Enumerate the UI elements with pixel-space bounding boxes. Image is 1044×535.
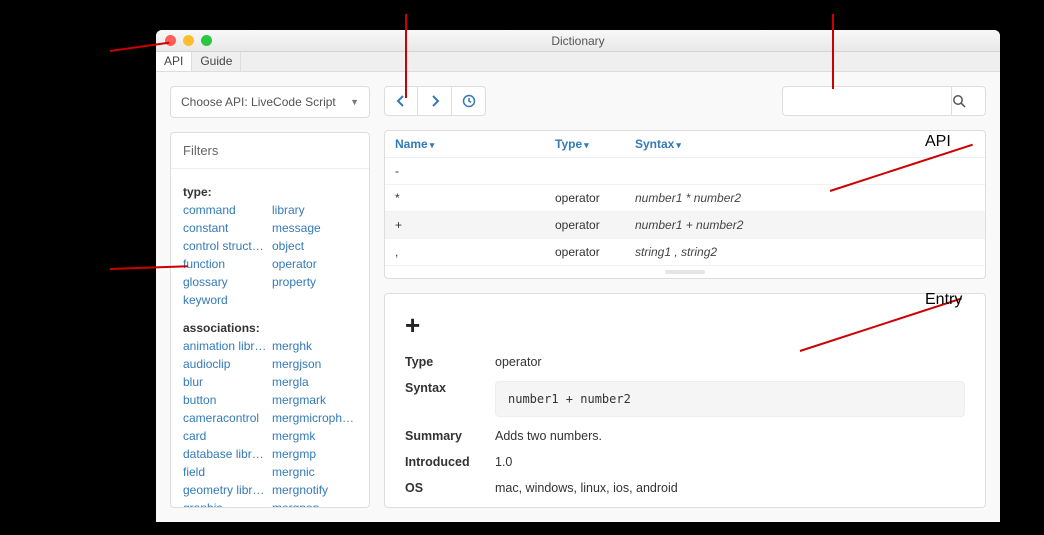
detail-label-syntax: Syntax xyxy=(405,381,495,395)
filter-type-property[interactable]: property xyxy=(272,273,357,291)
row-name: + xyxy=(395,218,555,232)
filter-type-command[interactable]: command xyxy=(183,201,268,219)
filter-type-library[interactable]: library xyxy=(272,201,357,219)
row-syntax: string1 , string2 xyxy=(635,245,975,259)
filter-assoc-database-library[interactable]: database library xyxy=(183,445,268,463)
row-syntax: number1 + number2 xyxy=(635,218,975,232)
filter-assoc-graphic[interactable]: graphic xyxy=(183,499,268,507)
window-title: Dictionary xyxy=(156,34,1000,48)
toolbar xyxy=(384,86,986,116)
main: Name Type Syntax -*operatornumber1 * num… xyxy=(384,86,986,508)
history-button[interactable] xyxy=(452,86,486,116)
forward-button[interactable] xyxy=(418,86,452,116)
filters-body: type: commandlibraryconstantmessagecontr… xyxy=(171,169,369,507)
list-row[interactable]: *operatornumber1 * number2 xyxy=(385,185,985,212)
filter-assoc-mergnotify[interactable]: mergnotify xyxy=(272,481,357,499)
filter-assoc-merghk[interactable]: merghk xyxy=(272,337,357,355)
filter-assoc-field[interactable]: field xyxy=(183,463,268,481)
entry-detail: + Type operator Syntax number1 + number2… xyxy=(384,293,986,508)
row-name: * xyxy=(395,191,555,205)
filters-panel: Filters type: commandlibraryconstantmess… xyxy=(170,132,370,508)
list-row[interactable]: ,operatorstring1 , string2 xyxy=(385,239,985,266)
chevron-right-icon xyxy=(430,95,440,107)
filter-assoc-mergmicrophone[interactable]: mergmicrophone xyxy=(272,409,357,427)
row-name: - xyxy=(395,164,555,178)
search-input[interactable] xyxy=(782,86,952,116)
filter-assoc-mergla[interactable]: mergla xyxy=(272,373,357,391)
filter-type-control-structure[interactable]: control structure xyxy=(183,237,268,255)
filter-group-assoc: associations: xyxy=(183,319,357,337)
row-name: , xyxy=(395,245,555,259)
filter-assoc-mergmark[interactable]: mergmark xyxy=(272,391,357,409)
filter-type-constant[interactable]: constant xyxy=(183,219,268,237)
filter-assoc-mergpop[interactable]: mergpop xyxy=(272,499,357,507)
filter-assoc-mergmk[interactable]: mergmk xyxy=(272,427,357,445)
tab-api[interactable]: API xyxy=(156,52,192,71)
filter-assoc-cameracontrol[interactable]: cameracontrol xyxy=(183,409,268,427)
detail-value-platforms: desktop, server, mobile xyxy=(495,507,965,508)
sidebar: Choose API: LiveCode Script ▼ Filters ty… xyxy=(170,86,370,508)
filter-assoc-card[interactable]: card xyxy=(183,427,268,445)
detail-label-os: OS xyxy=(405,481,495,495)
detail-value-syntax: number1 + number2 xyxy=(495,381,965,417)
body: Choose API: LiveCode Script ▼ Filters ty… xyxy=(156,72,1000,522)
list-row[interactable]: +operatornumber1 + number2 xyxy=(385,212,985,239)
clock-icon xyxy=(462,94,476,108)
filter-type-object[interactable]: object xyxy=(272,237,357,255)
row-type: operator xyxy=(555,218,635,232)
column-headers[interactable]: Name Type Syntax xyxy=(385,131,985,158)
callout-label-api: API xyxy=(925,133,951,151)
detail-label-summary: Summary xyxy=(405,429,495,443)
filter-assoc-button[interactable]: button xyxy=(183,391,268,409)
detail-value-introduced: 1.0 xyxy=(495,455,965,469)
filter-assoc-geometry-library[interactable]: geometry library xyxy=(183,481,268,499)
api-select-label: Choose API: LiveCode Script xyxy=(181,95,336,109)
list-row[interactable]: - xyxy=(385,158,985,185)
detail-label-type: Type xyxy=(405,355,495,369)
callout-line xyxy=(405,14,407,98)
col-name[interactable]: Name xyxy=(395,137,555,151)
filter-assoc-mergmp[interactable]: mergmp xyxy=(272,445,357,463)
detail-label-introduced: Introduced xyxy=(405,455,495,469)
tab-guide[interactable]: Guide xyxy=(192,52,241,71)
filter-assoc-animation-library[interactable]: animation library xyxy=(183,337,268,355)
resize-handle[interactable] xyxy=(665,270,705,274)
chevron-down-icon: ▼ xyxy=(350,97,359,107)
filters-header: Filters xyxy=(171,133,369,169)
detail-value-type: operator xyxy=(495,355,965,369)
row-type: operator xyxy=(555,245,635,259)
history-buttons xyxy=(384,86,486,116)
filter-type-glossary[interactable]: glossary xyxy=(183,273,268,291)
row-syntax: number1 * number2 xyxy=(635,191,975,205)
detail-label-platforms: Platforms xyxy=(405,507,495,508)
callout-line xyxy=(832,14,834,89)
search xyxy=(782,86,986,116)
detail-value-os: mac, windows, linux, ios, android xyxy=(495,481,965,495)
row-type: operator xyxy=(555,191,635,205)
search-button[interactable] xyxy=(952,86,986,116)
titlebar: Dictionary xyxy=(156,30,1000,52)
filter-type-keyword[interactable]: keyword xyxy=(183,291,268,309)
filter-type-function[interactable]: function xyxy=(183,255,268,273)
callout-label-entry: Entry xyxy=(925,291,962,309)
dictionary-window: Dictionary API Guide Choose API: LiveCod… xyxy=(156,30,1000,522)
filter-group-type: type: xyxy=(183,183,357,201)
filter-type-message[interactable]: message xyxy=(272,219,357,237)
back-button[interactable] xyxy=(384,86,418,116)
filter-assoc-audioclip[interactable]: audioclip xyxy=(183,355,268,373)
filter-assoc-mergnic[interactable]: mergnic xyxy=(272,463,357,481)
detail-value-summary: Adds two numbers. xyxy=(495,429,965,443)
search-icon xyxy=(952,94,966,108)
filter-assoc-mergjson[interactable]: mergjson xyxy=(272,355,357,373)
api-select[interactable]: Choose API: LiveCode Script ▼ xyxy=(170,86,370,118)
filter-type-operator[interactable]: operator xyxy=(272,255,357,273)
col-type[interactable]: Type xyxy=(555,137,635,151)
col-syntax[interactable]: Syntax xyxy=(635,137,975,151)
filter-assoc-blur[interactable]: blur xyxy=(183,373,268,391)
tabbar: API Guide xyxy=(156,52,1000,72)
entry-list: Name Type Syntax -*operatornumber1 * num… xyxy=(384,130,986,279)
